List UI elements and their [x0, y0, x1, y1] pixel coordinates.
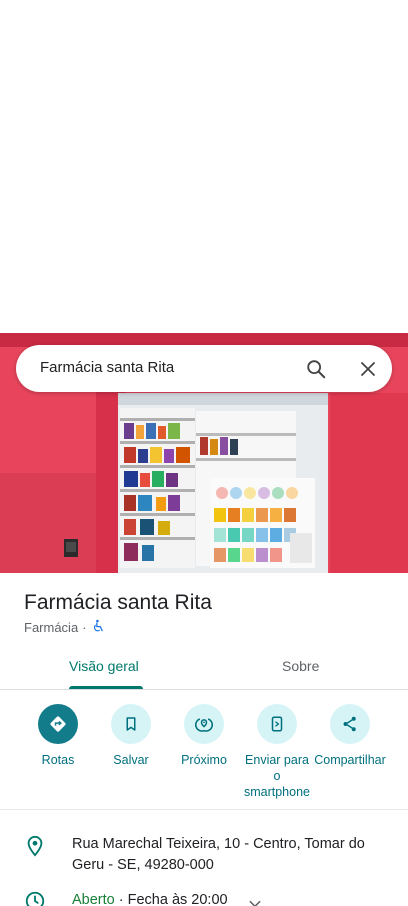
tab-about[interactable]: Sobre — [282, 658, 319, 674]
nearby-button[interactable]: Próximo — [164, 704, 244, 768]
active-tab-indicator — [69, 686, 143, 689]
search-query[interactable]: Farmácia santa Rita — [40, 359, 174, 376]
directions-icon[interactable] — [38, 704, 78, 744]
nearby-label: Próximo — [181, 753, 227, 767]
map-area[interactable] — [0, 0, 408, 333]
place-category-line: Farmácia · — [24, 619, 105, 636]
send-to-phone-label: Enviar para o smartphone — [243, 753, 310, 799]
send-to-phone-icon[interactable] — [257, 704, 297, 744]
bookmark-icon[interactable] — [111, 704, 151, 744]
nearby-icon[interactable] — [184, 704, 224, 744]
closing-time: · Fecha às 20:00 — [118, 892, 228, 906]
place-title: Farmácia santa Rita — [24, 591, 212, 614]
separator-dot: · — [82, 620, 87, 635]
share-label: Compartilhar — [314, 753, 386, 767]
search-icon[interactable] — [302, 355, 330, 383]
share-button[interactable]: Compartilhar — [310, 704, 390, 768]
hours-text: Aberto · Fecha às 20:00 — [72, 892, 228, 906]
clock-icon — [24, 890, 46, 906]
wheelchair-accessible-icon — [91, 619, 105, 636]
send-to-phone-button[interactable]: Enviar para o smartphone — [237, 704, 317, 800]
directions-label: Rotas — [41, 753, 75, 767]
save-button[interactable]: Salvar — [91, 704, 171, 768]
directions-button[interactable]: Rotas — [18, 704, 98, 768]
chevron-down-icon[interactable] — [248, 896, 262, 906]
place-tabs: Visão geral Sobre — [0, 648, 408, 690]
address-text: Rua Marechal Teixeira, 10 - Centro, Toma… — [72, 836, 365, 873]
save-label: Salvar — [113, 753, 149, 767]
tab-overview[interactable]: Visão geral — [69, 658, 139, 674]
close-icon[interactable] — [354, 355, 382, 383]
action-bar: Rotas Salvar Próximo Enviar para o smart… — [0, 704, 408, 810]
location-pin-icon — [24, 834, 46, 863]
search-bar[interactable]: Farmácia santa Rita — [16, 345, 392, 392]
open-status: Aberto — [72, 892, 115, 906]
share-icon[interactable] — [330, 704, 370, 744]
place-category: Farmácia — [24, 620, 79, 635]
